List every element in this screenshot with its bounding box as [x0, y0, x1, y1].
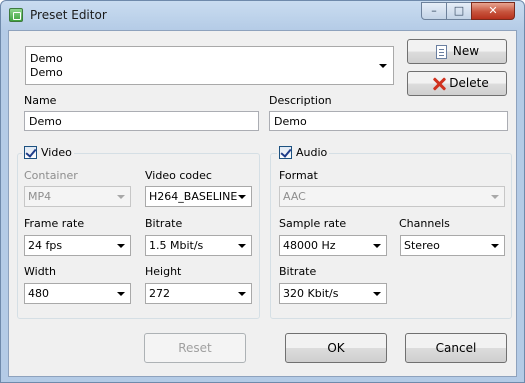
minimize-icon: –	[431, 4, 437, 17]
video-bitrate-select-value: 1.5 Mbit/s	[149, 239, 204, 252]
width-select[interactable]: 480	[24, 283, 131, 304]
channels-select-value: Stereo	[404, 239, 440, 252]
window-title: Preset Editor	[30, 8, 107, 22]
cancel-button[interactable]: Cancel	[405, 333, 507, 363]
chevron-down-icon	[238, 292, 246, 296]
channels-label: Channels	[399, 217, 450, 230]
new-document-icon	[436, 45, 447, 59]
description-field[interactable]: Demo	[269, 111, 508, 131]
chevron-down-icon	[373, 292, 381, 296]
video-group-header: Video	[22, 145, 74, 161]
close-button[interactable]: ✕	[471, 2, 515, 20]
sample-rate-label: Sample rate	[279, 217, 347, 230]
video-bitrate-select[interactable]: 1.5 Mbit/s	[145, 235, 252, 256]
name-label: Name	[24, 94, 57, 107]
format-label: Format	[279, 169, 318, 182]
container-select-value: MP4	[28, 190, 52, 203]
frame-rate-label: Frame rate	[24, 217, 85, 230]
chevron-down-icon	[491, 244, 499, 248]
audio-checkbox-label: Audio	[296, 146, 328, 159]
reset-button-label: Reset	[178, 341, 212, 355]
app-icon	[9, 8, 23, 22]
description-label: Description	[269, 94, 332, 107]
video-bitrate-label: Bitrate	[145, 217, 183, 230]
new-button[interactable]: New	[407, 39, 507, 64]
height-label: Height	[145, 265, 182, 278]
preset-select-line1: Demo	[30, 52, 63, 65]
sample-rate-select-value: 48000 Hz	[283, 239, 336, 252]
frame-rate-select-value: 24 fps	[28, 239, 63, 252]
video-codec-select-value: H264_BASELINE	[149, 190, 238, 203]
chevron-down-icon	[117, 292, 125, 296]
video-codec-select[interactable]: H264_BASELINE	[145, 186, 252, 207]
maximize-button[interactable]: □	[446, 2, 472, 20]
format-select-value: AAC	[283, 190, 306, 203]
ok-button[interactable]: OK	[285, 333, 387, 363]
format-select[interactable]: AAC	[279, 186, 505, 207]
delete-x-icon	[432, 77, 446, 91]
width-label: Width	[24, 265, 56, 278]
new-button-label: New	[452, 44, 480, 58]
frame-rate-select[interactable]: 24 fps	[24, 235, 131, 256]
close-icon: ✕	[488, 4, 498, 17]
title-bar[interactable]: Preset Editor – □ ✕	[1, 1, 524, 29]
audio-bitrate-label: Bitrate	[279, 265, 317, 278]
video-codec-label: Video codec	[145, 169, 212, 182]
cancel-button-label: Cancel	[435, 341, 477, 355]
width-select-value: 480	[28, 287, 49, 300]
height-select[interactable]: 272	[145, 283, 252, 304]
chevron-down-icon	[117, 244, 125, 248]
video-checkbox[interactable]	[24, 146, 37, 159]
chevron-down-icon	[238, 244, 246, 248]
preset-select-line2: Demo	[30, 66, 63, 79]
height-select-value: 272	[149, 287, 170, 300]
audio-group-header: Audio	[277, 145, 329, 161]
chevron-down-icon	[491, 195, 499, 199]
container-select[interactable]: MP4	[24, 186, 131, 207]
video-checkbox-label: Video	[41, 146, 72, 159]
minimize-button[interactable]: –	[421, 2, 447, 20]
delete-button-label: Delete	[449, 76, 489, 90]
chevron-down-icon	[379, 64, 387, 68]
dialog-body: Demo Demo New Delete Name Demo Descripti…	[8, 30, 517, 377]
audio-checkbox[interactable]	[279, 146, 292, 159]
ok-button-label: OK	[327, 341, 345, 355]
sample-rate-select[interactable]: 48000 Hz	[279, 235, 387, 256]
chevron-down-icon	[238, 195, 246, 199]
audio-bitrate-select[interactable]: 320 Kbit/s	[279, 283, 387, 304]
reset-button[interactable]: Reset	[144, 333, 246, 363]
preset-select[interactable]: Demo Demo	[25, 46, 394, 85]
audio-bitrate-select-value: 320 Kbit/s	[283, 287, 339, 300]
maximize-icon: □	[453, 4, 465, 17]
channels-select[interactable]: Stereo	[400, 235, 505, 256]
delete-button[interactable]: Delete	[407, 71, 507, 96]
container-label: Container	[24, 169, 78, 182]
chevron-down-icon	[117, 195, 125, 199]
preset-editor-window: Preset Editor – □ ✕ Demo Demo New Delete…	[0, 0, 525, 383]
name-field[interactable]: Demo	[24, 111, 259, 131]
chevron-down-icon	[373, 244, 381, 248]
